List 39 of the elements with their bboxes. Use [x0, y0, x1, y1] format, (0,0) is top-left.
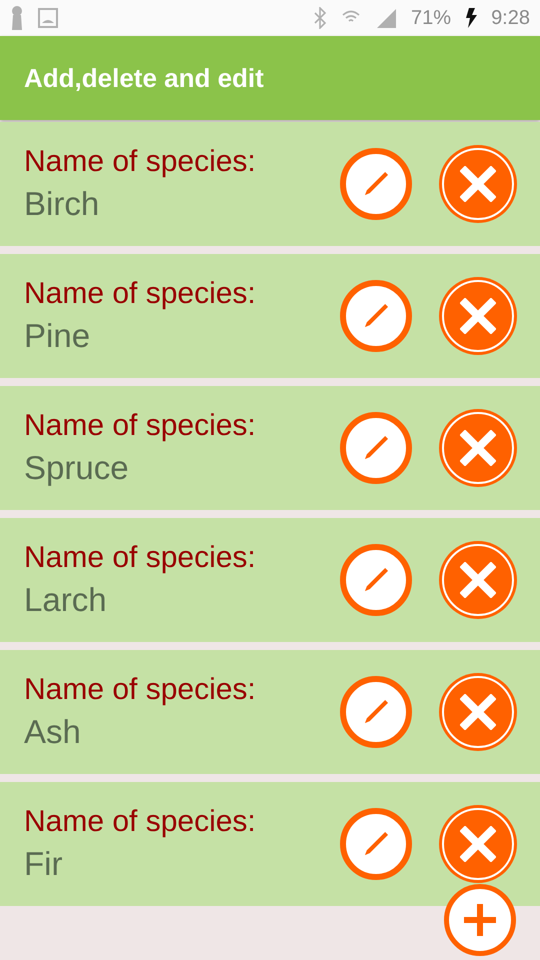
species-name: Pine	[24, 317, 92, 355]
pencil-icon	[363, 831, 389, 857]
charging-icon	[465, 8, 478, 28]
pencil-icon	[363, 171, 389, 197]
delete-button[interactable]	[442, 676, 514, 748]
image-icon	[38, 8, 58, 28]
species-label: Name of species:	[24, 145, 257, 179]
pencil-icon	[363, 699, 389, 725]
person-icon	[10, 6, 24, 30]
close-icon	[460, 166, 496, 202]
signal-icon	[375, 7, 398, 29]
species-label: Name of species:	[24, 805, 257, 839]
close-icon	[460, 562, 496, 598]
close-icon	[460, 430, 496, 466]
close-icon	[460, 826, 496, 862]
pencil-icon	[363, 303, 389, 329]
species-name: Fir	[24, 845, 64, 883]
bluetooth-icon	[313, 7, 328, 29]
app-title: Add,delete and edit	[24, 62, 264, 94]
delete-button[interactable]	[442, 148, 514, 220]
close-icon	[460, 298, 496, 334]
species-label: Name of species:	[24, 673, 257, 707]
species-name: Larch	[24, 581, 108, 619]
close-icon	[460, 694, 496, 730]
pencil-icon	[363, 567, 389, 593]
species-label: Name of species:	[24, 541, 257, 575]
status-time: 9:28	[491, 6, 530, 30]
species-name: Birch	[24, 185, 100, 223]
species-label: Name of species:	[24, 409, 257, 443]
species-name: Ash	[24, 713, 82, 751]
species-name: Spruce	[24, 449, 130, 487]
plus-icon	[463, 903, 497, 937]
species-label: Name of species:	[24, 277, 257, 311]
delete-button[interactable]	[442, 808, 514, 880]
pencil-icon	[363, 435, 389, 461]
battery-percent: 71%	[411, 6, 452, 30]
delete-button[interactable]	[442, 412, 514, 484]
delete-button[interactable]	[442, 280, 514, 352]
delete-button[interactable]	[442, 544, 514, 616]
